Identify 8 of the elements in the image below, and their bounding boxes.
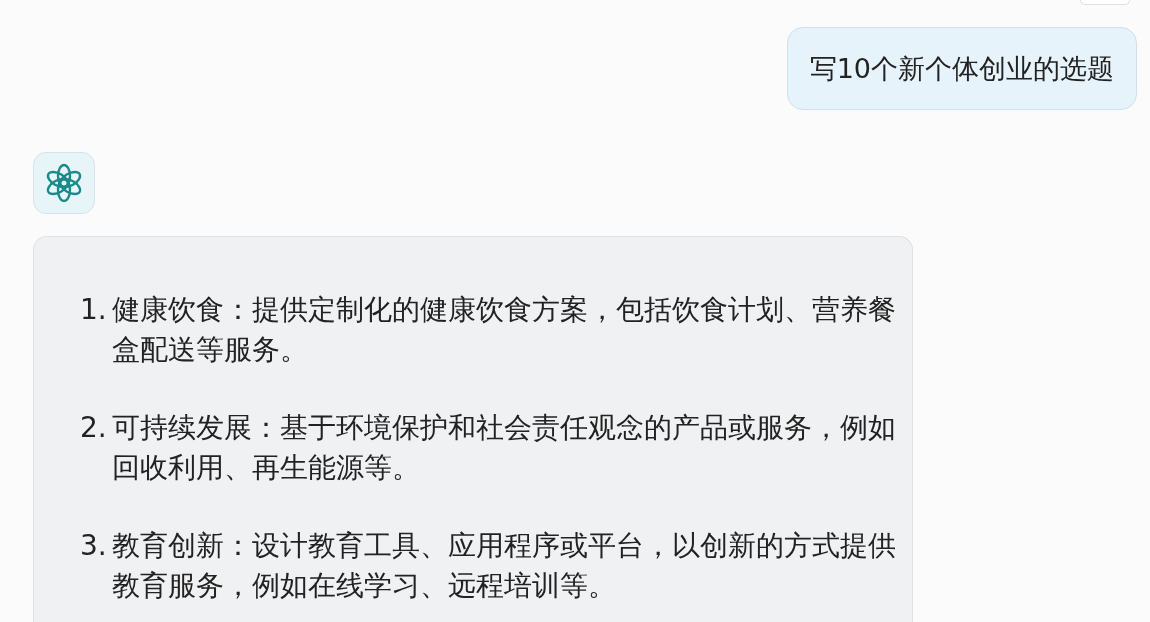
partial-button[interactable]: [1080, 0, 1130, 5]
list-number: 2.: [80, 410, 108, 446]
list-item-text: 可持续发展：基于环境保护和社会责任观念的产品或服务，例如回收利用、再生能源等。: [112, 410, 897, 486]
user-message: 写10个新个体创业的选题: [786, 27, 1137, 110]
list-item-text: 健康饮食：提供定制化的健康饮食方案，包括饮食计划、营养餐盒配送等服务。: [112, 292, 897, 368]
list-number: 3.: [80, 528, 108, 564]
list-number: 1.: [80, 292, 108, 328]
list-item-text: 教育创新：设计教育工具、应用程序或平台，以创新的方式提供教育服务，例如在线学习、远程培训等。: [112, 528, 897, 604]
